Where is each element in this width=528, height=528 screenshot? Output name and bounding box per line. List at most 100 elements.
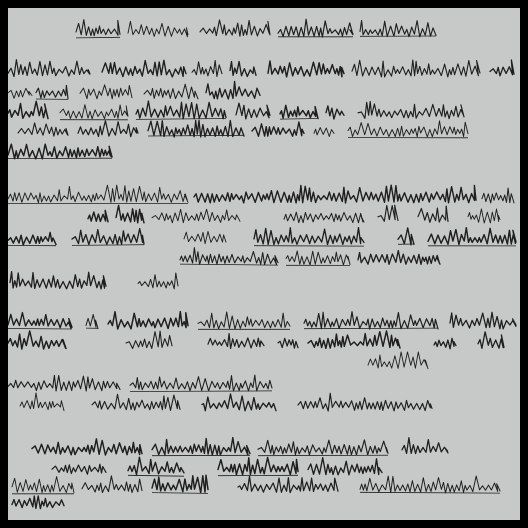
handwritten-word	[115, 204, 145, 224]
handwritten-word	[267, 60, 345, 78]
page-frame	[0, 0, 528, 528]
underline-stroke	[279, 118, 319, 120]
handwritten-word	[313, 127, 335, 137]
handwritten-word	[197, 311, 291, 330]
underline-stroke	[147, 134, 245, 137]
handwritten-word	[19, 392, 65, 412]
paragraph-5	[8, 374, 433, 412]
handwritten-word	[253, 226, 365, 246]
handwritten-word	[277, 337, 299, 349]
paper-sheet	[8, 8, 520, 520]
handwritten-word	[151, 208, 241, 224]
handwritten-word	[417, 205, 449, 223]
handwritten-word	[71, 227, 145, 246]
handwritten-word	[125, 330, 173, 350]
handwritten-word	[367, 351, 429, 370]
handwritten-word	[59, 104, 129, 120]
handwritten-word	[9, 271, 107, 290]
handwritten-word	[283, 211, 365, 224]
underline-stroke	[303, 327, 439, 330]
handwritten-word	[357, 100, 465, 120]
handwritten-word	[91, 393, 181, 411]
handwritten-word	[147, 119, 245, 138]
handwritten-word	[151, 474, 209, 494]
handwritten-word	[107, 310, 189, 330]
handwritten-word	[11, 476, 75, 494]
handwritten-word	[8, 184, 189, 204]
handwritten-word	[193, 184, 477, 204]
underline-stroke	[71, 244, 145, 246]
handwritten-word	[303, 311, 439, 330]
handwritten-word	[489, 59, 515, 77]
handwritten-word	[307, 457, 383, 476]
handwritten-word	[8, 87, 33, 99]
handwritten-word	[237, 475, 339, 494]
handwritten-word	[8, 330, 67, 350]
underline-stroke	[359, 491, 501, 494]
handwritten-word	[87, 209, 109, 223]
handwritten-word	[427, 226, 517, 246]
underline-stroke	[179, 263, 279, 266]
handwritten-word	[477, 331, 505, 349]
handwritten-word	[127, 456, 185, 476]
handwritten-word	[8, 59, 91, 78]
handwritten-word	[359, 475, 501, 494]
handwritten-word	[143, 83, 199, 100]
handwritten-word	[401, 437, 449, 455]
handwritten-word	[217, 456, 299, 476]
handwritten-word	[77, 120, 139, 138]
underline-stroke	[129, 390, 273, 392]
handwritten-word	[129, 374, 273, 392]
handwritten-word	[449, 311, 517, 330]
handwritten-word	[81, 475, 143, 494]
handwritten-word	[201, 393, 277, 412]
handwritten-word	[481, 187, 515, 204]
handwritten-word	[357, 249, 441, 266]
handwritten-word	[11, 495, 65, 510]
handwritten-word	[31, 438, 143, 456]
handwritten-word	[279, 104, 319, 120]
handwritten-word	[285, 250, 351, 266]
handwritten-word	[8, 100, 49, 120]
handwritten-word	[377, 204, 399, 222]
title-line	[75, 18, 437, 39]
handwritten-word	[199, 19, 271, 37]
paragraph-2	[8, 184, 517, 266]
handwritten-word	[75, 19, 121, 37]
handwritten-word	[35, 84, 69, 100]
underline-stroke	[75, 36, 121, 39]
paragraph-1	[8, 59, 515, 160]
handwritten-word	[251, 121, 305, 137]
underline-stroke	[8, 328, 73, 330]
handwritten-word	[101, 59, 187, 78]
handwritten-word	[205, 80, 261, 100]
handwritten-word	[433, 337, 457, 350]
handwritten-word	[51, 463, 107, 475]
handwritten-word	[397, 227, 415, 246]
handwritten-word	[325, 105, 345, 120]
handwritten-word	[229, 60, 257, 78]
handwritten-word	[151, 436, 251, 456]
handwritten-word	[8, 374, 121, 392]
handwritten-word	[135, 100, 227, 120]
handwritten-word	[179, 247, 279, 266]
underline-stroke	[257, 454, 389, 457]
handwritten-word	[235, 102, 271, 120]
handwritten-word	[297, 392, 433, 412]
handwritten-word	[137, 272, 179, 290]
handwritten-word	[8, 311, 73, 329]
paragraph-4	[8, 310, 517, 370]
handwritten-word	[359, 20, 437, 38]
handwritten-word	[17, 122, 69, 137]
handwritten-word	[8, 231, 57, 246]
handwritten-word	[79, 84, 133, 100]
handwritten-word	[8, 143, 113, 160]
handwritten-word	[183, 231, 227, 245]
handwritten-word	[127, 20, 189, 38]
paragraph-6	[11, 436, 501, 510]
handwritten-word	[467, 208, 501, 224]
underline-stroke	[135, 118, 227, 120]
handwriting-scribbles	[8, 18, 517, 510]
handwritten-word	[307, 330, 401, 350]
handwritten-word	[85, 314, 99, 330]
